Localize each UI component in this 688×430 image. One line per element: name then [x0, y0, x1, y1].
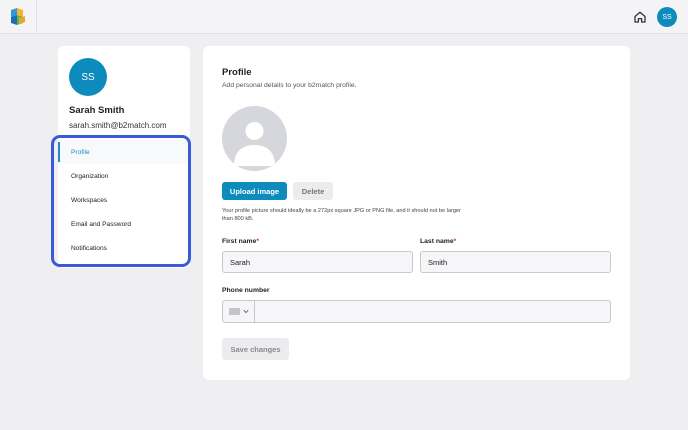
settings-menu: Profile Organization Workspaces Email an… [58, 140, 190, 260]
save-changes-button[interactable]: Save changes [222, 338, 289, 360]
phone-number-field [222, 300, 611, 323]
chevron-down-icon [242, 309, 249, 314]
profile-sidebar-card: SS Sarah Smith sarah.smith@b2match.com P… [58, 46, 190, 268]
profile-form-card: Profile Add personal details to your b2m… [203, 46, 630, 380]
top-bar: SS [0, 0, 688, 34]
logo[interactable] [0, 0, 37, 34]
user-avatar[interactable]: SS [657, 7, 677, 27]
sidebar-item-label: Profile [71, 148, 90, 156]
profile-picture-placeholder [222, 106, 287, 171]
flag-icon [228, 308, 240, 315]
sidebar-item-workspaces[interactable]: Workspaces [58, 188, 190, 212]
first-name-label: First name* [222, 238, 259, 245]
delete-image-button[interactable]: Delete [293, 182, 333, 200]
sidebar-item-label: Email and Password [71, 220, 132, 228]
sidebar-item-label: Workspaces [71, 196, 108, 204]
image-hint-text: Your profile picture should ideally be a… [222, 208, 461, 223]
page-subtitle: Add personal details to your b2match pro… [222, 82, 357, 89]
user-name: Sarah Smith [69, 105, 125, 116]
country-code-select[interactable] [223, 301, 255, 322]
sidebar-avatar: SS [69, 58, 107, 96]
first-name-label-text: First name [222, 238, 257, 245]
upload-image-button[interactable]: Upload image [222, 182, 287, 200]
sidebar-item-organization[interactable]: Organization [58, 164, 190, 188]
last-name-label: Last name* [420, 238, 456, 245]
sidebar-item-label: Notifications [71, 244, 107, 252]
sidebar-item-email-and-password[interactable]: Email and Password [58, 212, 190, 236]
first-name-field[interactable] [222, 251, 413, 273]
last-name-field[interactable] [420, 251, 611, 273]
sidebar-item-label: Organization [71, 172, 109, 180]
phone-number-input[interactable] [256, 301, 610, 322]
required-mark: * [453, 238, 457, 245]
sidebar-item-notifications[interactable]: Notifications [58, 236, 190, 260]
last-name-label-text: Last name [420, 238, 454, 245]
user-email: sarah.smith@b2match.com [69, 121, 167, 130]
b2match-logo-icon [11, 8, 25, 25]
person-icon [234, 122, 275, 166]
sidebar-item-profile[interactable]: Profile [58, 140, 190, 164]
home-icon[interactable] [633, 10, 647, 24]
page-title: Profile [222, 67, 252, 78]
phone-number-label: Phone number [222, 287, 270, 294]
required-mark: * [256, 238, 260, 245]
